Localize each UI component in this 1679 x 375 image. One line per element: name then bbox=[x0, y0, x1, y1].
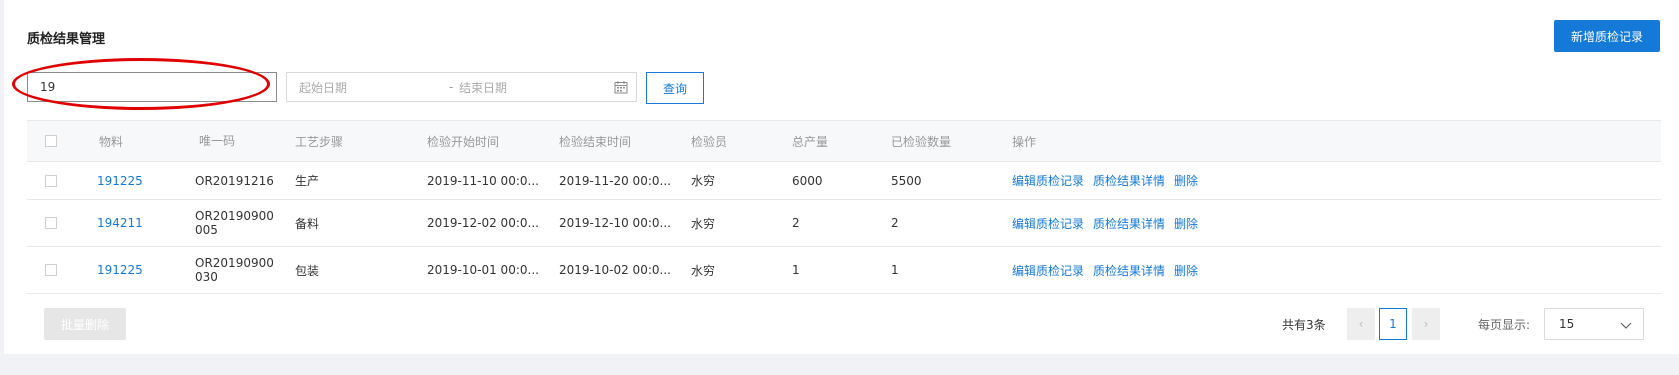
table-row: 191225 OR20190900 030 包装 2019-10-01 00:0… bbox=[27, 247, 1661, 294]
inspected-quantity: 2 bbox=[891, 216, 899, 230]
total-output: 1 bbox=[792, 263, 800, 277]
row-actions: 编辑质检记录 质检结果详情 删除 bbox=[1012, 162, 1207, 199]
column-header: 物料 bbox=[99, 134, 124, 149]
column-header: 操作 bbox=[1012, 134, 1037, 149]
search-input[interactable] bbox=[27, 72, 277, 102]
unique-code: OR20190900 005 bbox=[195, 200, 274, 246]
process-step: 包装 bbox=[295, 263, 320, 278]
inspection-start-time: 2019-11-10 00:0... bbox=[427, 173, 539, 188]
column-header: 工艺步骤 bbox=[295, 134, 344, 149]
page-size-label: 每页显示: bbox=[1478, 318, 1531, 332]
results-table: 物料 唯一码 工艺步骤 检验开始时间 检验结束时间 检验员 总产量 已检验数量 … bbox=[27, 120, 1661, 294]
row-checkbox[interactable] bbox=[45, 217, 57, 229]
row-actions: 编辑质检记录 质检结果详情 删除 bbox=[1012, 200, 1207, 246]
main-panel: 质检结果管理 新增质检记录 起始日期 - 结束日期 查询 物料 唯一码 工艺步骤… bbox=[4, 0, 1679, 354]
total-count: 共有3条 bbox=[1282, 318, 1326, 332]
date-separator: - bbox=[449, 80, 454, 94]
table-row: 194211 OR20190900 005 备料 2019-12-02 00:0… bbox=[27, 200, 1661, 247]
edit-record-link[interactable]: 编辑质检记录 bbox=[1012, 262, 1084, 279]
unique-code-line: OR20191216 bbox=[195, 173, 274, 188]
inspected-quantity: 1 bbox=[891, 263, 899, 277]
add-record-button[interactable]: 新增质检记录 bbox=[1554, 20, 1660, 52]
chevron-right-icon: › bbox=[1423, 317, 1429, 331]
result-detail-link[interactable]: 质检结果详情 bbox=[1093, 215, 1165, 232]
select-all-checkbox[interactable] bbox=[45, 135, 57, 147]
material-link[interactable]: 194211 bbox=[97, 200, 143, 246]
inspector: 水穷 bbox=[691, 263, 716, 278]
chevron-down-icon bbox=[1620, 322, 1632, 329]
column-header: 检验员 bbox=[691, 134, 728, 149]
batch-delete-button[interactable]: 批量删除 bbox=[44, 308, 126, 340]
inspection-start-time: 2019-10-01 00:0... bbox=[427, 263, 539, 277]
row-actions: 编辑质检记录 质检结果详情 删除 bbox=[1012, 247, 1207, 293]
inspection-start-time: 2019-12-02 00:0... bbox=[427, 216, 539, 230]
delete-link[interactable]: 删除 bbox=[1174, 172, 1198, 189]
inspector: 水穷 bbox=[691, 174, 716, 188]
unique-code: OR20191216 bbox=[195, 162, 274, 199]
end-date-placeholder[interactable]: 结束日期 bbox=[459, 79, 507, 96]
table-header: 物料 唯一码 工艺步骤 检验开始时间 检验结束时间 检验员 总产量 已检验数量 … bbox=[27, 120, 1661, 162]
material-link[interactable]: 191225 bbox=[97, 162, 143, 199]
chevron-left-icon: ‹ bbox=[1358, 317, 1364, 331]
query-button[interactable]: 查询 bbox=[646, 72, 704, 104]
column-header: 检验开始时间 bbox=[427, 134, 500, 149]
page-number-button[interactable]: 1 bbox=[1379, 308, 1407, 340]
unique-code-line: OR20190900 bbox=[195, 256, 274, 270]
column-header: 总产量 bbox=[792, 134, 829, 149]
process-step: 生产 bbox=[295, 174, 320, 188]
result-detail-link[interactable]: 质检结果详情 bbox=[1093, 262, 1165, 279]
result-detail-link[interactable]: 质检结果详情 bbox=[1093, 172, 1165, 189]
page-title: 质检结果管理 bbox=[27, 32, 106, 47]
row-checkbox[interactable] bbox=[45, 264, 57, 276]
inspector: 水穷 bbox=[691, 216, 716, 231]
edit-record-link[interactable]: 编辑质检记录 bbox=[1012, 215, 1084, 232]
page-size-value: 15 bbox=[1559, 317, 1575, 331]
unique-code-line: OR20190900 bbox=[195, 209, 274, 223]
prev-page-button[interactable]: ‹ bbox=[1347, 308, 1375, 340]
column-header: 检验结束时间 bbox=[559, 134, 632, 149]
unique-code: OR20190900 030 bbox=[195, 247, 274, 293]
unique-code-line: 005 bbox=[195, 223, 218, 237]
inspected-quantity: 5500 bbox=[891, 173, 922, 188]
process-step: 备料 bbox=[295, 216, 320, 231]
next-page-button[interactable]: › bbox=[1412, 308, 1440, 340]
table-row: 191225 OR20191216 生产 2019-11-10 00:0... … bbox=[27, 162, 1661, 200]
calendar-icon[interactable] bbox=[614, 80, 628, 94]
page-size-select[interactable]: 15 bbox=[1544, 308, 1644, 340]
start-date-placeholder[interactable]: 起始日期 bbox=[299, 79, 347, 96]
column-header: 唯一码 bbox=[199, 134, 236, 148]
inspection-end-time: 2019-11-20 00:0... bbox=[559, 173, 671, 188]
total-output: 2 bbox=[792, 216, 800, 230]
inspection-end-time: 2019-12-10 00:0... bbox=[559, 216, 671, 230]
date-range-picker[interactable]: 起始日期 - 结束日期 bbox=[286, 72, 637, 102]
delete-link[interactable]: 删除 bbox=[1174, 262, 1198, 279]
unique-code-line: 030 bbox=[195, 270, 218, 284]
total-output: 6000 bbox=[792, 173, 823, 188]
inspection-end-time: 2019-10-02 00:0... bbox=[559, 263, 671, 277]
column-header: 已检验数量 bbox=[891, 134, 952, 149]
delete-link[interactable]: 删除 bbox=[1174, 215, 1198, 232]
material-link[interactable]: 191225 bbox=[97, 247, 143, 293]
edit-record-link[interactable]: 编辑质检记录 bbox=[1012, 172, 1084, 189]
row-checkbox[interactable] bbox=[45, 174, 57, 187]
